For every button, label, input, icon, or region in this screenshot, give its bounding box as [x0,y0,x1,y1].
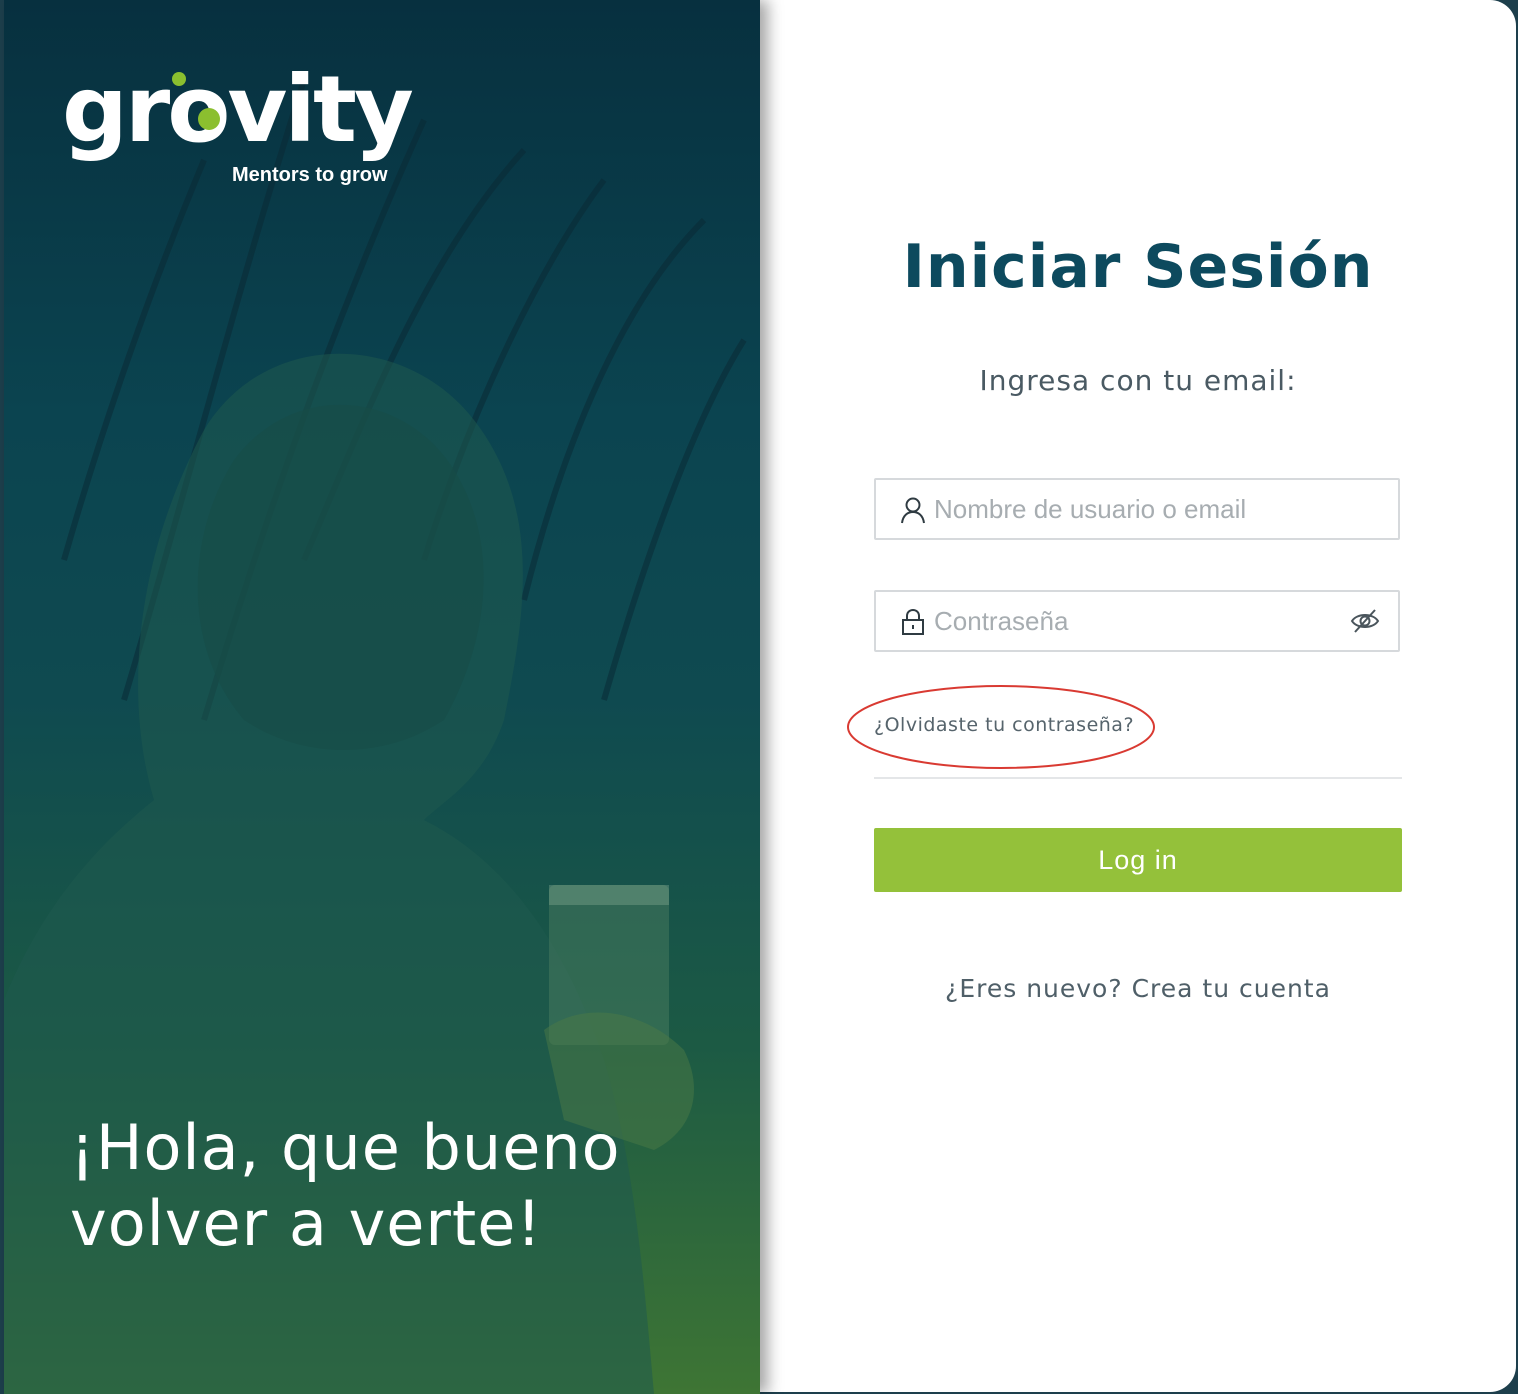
page-title: Iniciar Sesión [902,232,1374,302]
greeting-line-2: volver a verte! [70,1187,543,1260]
login-button[interactable]: Log in [874,828,1402,892]
username-field[interactable] [874,478,1400,540]
create-account-link[interactable]: ¿Eres nuevo? Crea tu cuenta [756,974,1518,1003]
divider [874,777,1402,779]
lock-icon [902,608,924,635]
hero-panel: grovity Mentors to grow ¡Hola, que bueno… [4,0,760,1394]
logo-wordmark: grovity [62,56,414,163]
forgot-password-link[interactable]: ¿Olvidaste tu contraseña? [874,714,1134,736]
logo-dot-small [172,72,186,86]
login-page: grovity Mentors to grow ¡Hola, que bueno… [0,0,1518,1394]
form-subtitle: Ingresa con tu email: [979,364,1297,397]
login-form-panel: Iniciar Sesión Ingresa con tu email: Nom… [756,0,1516,1392]
greeting-line-1: ¡Hola, que bueno [70,1111,621,1184]
user-icon [901,497,925,524]
grovity-logo: grovity Mentors to grow [62,60,422,200]
logo-dot-large [198,108,220,130]
username-input[interactable] [934,480,1334,538]
logo-tagline: Mentors to grow [232,164,388,186]
password-field[interactable] [874,590,1400,652]
password-input[interactable] [934,592,1334,650]
eye-off-icon[interactable] [1350,607,1380,635]
welcome-greeting: ¡Hola, que bueno volver a verte! [70,1110,710,1262]
